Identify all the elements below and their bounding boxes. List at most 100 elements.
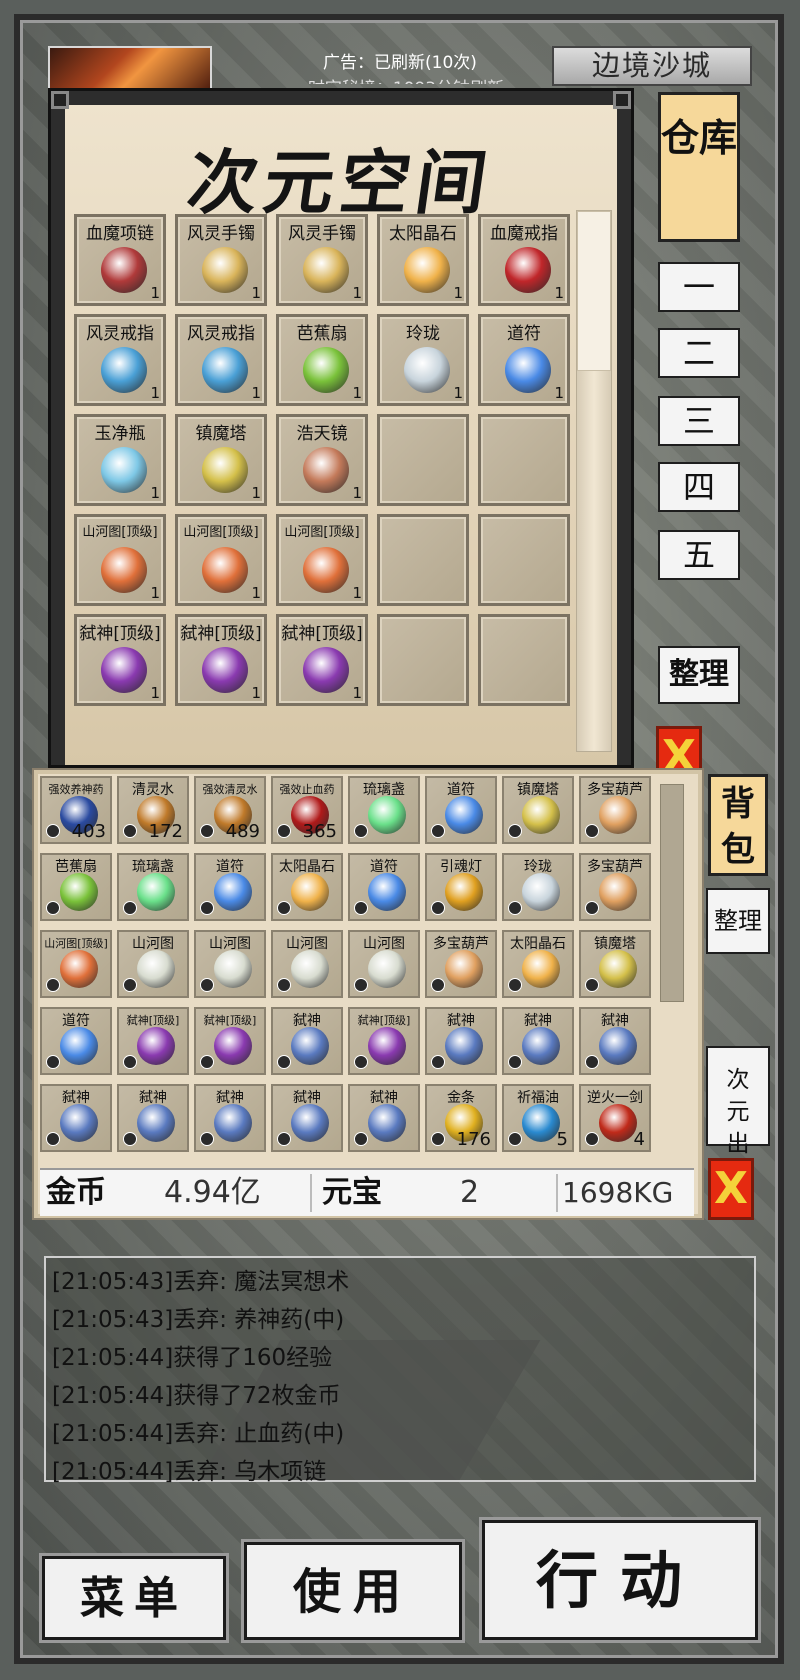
bag-slot[interactable]: 玲珑 [502, 853, 574, 921]
storage-slot[interactable]: 血魔项链 1 [74, 214, 166, 306]
bag-slot[interactable]: 多宝葫芦 [425, 930, 497, 998]
storage-slot[interactable]: 风灵手镯 1 [175, 214, 267, 306]
item-count: 1 [352, 584, 362, 602]
item-icon [445, 796, 483, 834]
storage-slot[interactable]: 弑神[顶级] 1 [276, 614, 368, 706]
bag-slot[interactable]: 弑神 [271, 1084, 343, 1152]
storage-slot-empty[interactable] [478, 514, 570, 606]
bag-slot[interactable]: 弑神[顶级] [117, 1007, 189, 1075]
bag-slot[interactable]: 弑神[顶级] [348, 1007, 420, 1075]
bag-slot[interactable]: 太阳晶石 [502, 930, 574, 998]
bind-lock-icon [431, 824, 445, 838]
storage-slot[interactable]: 山河图[顶级] 1 [175, 514, 267, 606]
bag-slot[interactable]: 道符 [40, 1007, 112, 1075]
bag-weight: 1698KG [562, 1176, 674, 1209]
bag-sort-button[interactable]: 整理 [706, 888, 770, 954]
storage-slot[interactable]: 道符 1 [478, 314, 570, 406]
use-button[interactable]: 使用 [241, 1539, 465, 1643]
item-name: 道符 [62, 1013, 90, 1029]
bag-close-button[interactable]: X [708, 1158, 754, 1220]
storage-scrollbar[interactable] [576, 210, 612, 752]
bag-slot[interactable]: 金条 176 [425, 1084, 497, 1152]
bag-slot[interactable]: 弑神 [579, 1007, 651, 1075]
tab-page-4[interactable]: 四 [658, 462, 740, 512]
storage-slot-empty[interactable] [478, 414, 570, 506]
storage-slot[interactable]: 风灵手镯 1 [276, 214, 368, 306]
storage-slot[interactable]: 弑神[顶级] 1 [175, 614, 267, 706]
item-icon [522, 873, 560, 911]
storage-scroll-thumb[interactable] [577, 211, 611, 371]
item-count: 1 [453, 284, 463, 302]
bag-slot[interactable]: 祈福油 5 [502, 1084, 574, 1152]
bag-slot[interactable]: 道符 [348, 853, 420, 921]
tab-bag[interactable]: 背包 [708, 774, 768, 876]
bag-slot[interactable]: 弑神 [117, 1084, 189, 1152]
storage-slot[interactable]: 山河图[顶级] 1 [276, 514, 368, 606]
storage-slot[interactable]: 山河图[顶级] 1 [74, 514, 166, 606]
item-name: 弑神[顶级] [357, 1014, 411, 1027]
bag-slot[interactable]: 镇魔塔 [502, 776, 574, 844]
bag-slot[interactable]: 强效止血药 365 [271, 776, 343, 844]
menu-button[interactable]: 菜单 [39, 1553, 229, 1643]
storage-slot-empty[interactable] [377, 414, 469, 506]
bag-slot[interactable]: 多宝葫芦 [579, 776, 651, 844]
storage-slot[interactable]: 玲珑 1 [377, 314, 469, 406]
dimension-sell-button[interactable]: 次元出售 [706, 1046, 770, 1189]
bag-slot[interactable]: 弑神 [40, 1084, 112, 1152]
bag-scrollbar[interactable] [660, 784, 684, 1002]
tab-warehouse[interactable]: 仓库 [658, 92, 740, 242]
bag-slot[interactable]: 弑神 [502, 1007, 574, 1075]
message-log[interactable]: [21:05:43]丢弃: 魔法冥想术 [21:05:43]丢弃: 养神药(中)… [44, 1256, 756, 1485]
bag-slot[interactable]: 强效养神药 403 [40, 776, 112, 844]
bag-slot[interactable]: 琉璃盏 [117, 853, 189, 921]
item-name: 弑神[顶级] [203, 1014, 257, 1027]
bag-slot[interactable]: 琉璃盏 [348, 776, 420, 844]
weapon-banner-image[interactable] [48, 46, 212, 94]
tab-page-1[interactable]: 一 [658, 262, 740, 312]
storage-slot[interactable]: 太阳晶石 1 [377, 214, 469, 306]
storage-slot[interactable]: 风灵戒指 1 [175, 314, 267, 406]
bag-slot[interactable]: 弑神 [194, 1084, 266, 1152]
bag-slot[interactable]: 山河图 [117, 930, 189, 998]
bag-slot[interactable]: 清灵水 172 [117, 776, 189, 844]
bag-slot[interactable]: 山河图 [271, 930, 343, 998]
storage-slot-empty[interactable] [478, 614, 570, 706]
storage-slot[interactable]: 弑神[顶级] 1 [74, 614, 166, 706]
bag-slot[interactable]: 引魂灯 [425, 853, 497, 921]
item-icon [599, 1027, 637, 1065]
bag-slot[interactable]: 太阳晶石 [271, 853, 343, 921]
tab-page-2[interactable]: 二 [658, 328, 740, 378]
bag-slot[interactable]: 强效清灵水 489 [194, 776, 266, 844]
bag-slot[interactable]: 道符 [194, 853, 266, 921]
bag-slot[interactable]: 多宝葫芦 [579, 853, 651, 921]
bag-slot[interactable]: 芭蕉扇 [40, 853, 112, 921]
bag-slot[interactable]: 弑神 [425, 1007, 497, 1075]
storage-slot[interactable]: 浩天镜 1 [276, 414, 368, 506]
bag-slot[interactable]: 弑神 [348, 1084, 420, 1152]
storage-slot[interactable]: 风灵戒指 1 [74, 314, 166, 406]
storage-slot[interactable]: 芭蕉扇 1 [276, 314, 368, 406]
bag-slot[interactable]: 逆火一剑 4 [579, 1084, 651, 1152]
tab-page-3[interactable]: 三 [658, 396, 740, 446]
storage-slot[interactable]: 血魔戒指 1 [478, 214, 570, 306]
bracelet-icon [303, 247, 349, 293]
storage-slot-empty[interactable] [377, 514, 469, 606]
bind-lock-icon [354, 1132, 368, 1146]
bag-slot[interactable]: 弑神 [271, 1007, 343, 1075]
storage-slot[interactable]: 玉净瓶 1 [74, 414, 166, 506]
wallet-bar: 金币 4.94亿 元宝 2 1698KG [40, 1168, 694, 1216]
storage-slot[interactable]: 镇魔塔 1 [175, 414, 267, 506]
bind-lock-icon [354, 1055, 368, 1069]
storage-sort-button[interactable]: 整理 [658, 646, 740, 704]
ad-status-text[interactable]: 广告：已刷新(10次) [270, 48, 530, 73]
item-icon [599, 1104, 637, 1142]
action-button[interactable]: 行动 [479, 1517, 761, 1643]
bag-slot[interactable]: 山河图[顶级] [40, 930, 112, 998]
bag-slot[interactable]: 山河图 [348, 930, 420, 998]
storage-slot-empty[interactable] [377, 614, 469, 706]
tab-page-5[interactable]: 五 [658, 530, 740, 580]
bag-slot[interactable]: 山河图 [194, 930, 266, 998]
bag-slot[interactable]: 弑神[顶级] [194, 1007, 266, 1075]
bag-slot[interactable]: 道符 [425, 776, 497, 844]
bag-slot[interactable]: 镇魔塔 [579, 930, 651, 998]
